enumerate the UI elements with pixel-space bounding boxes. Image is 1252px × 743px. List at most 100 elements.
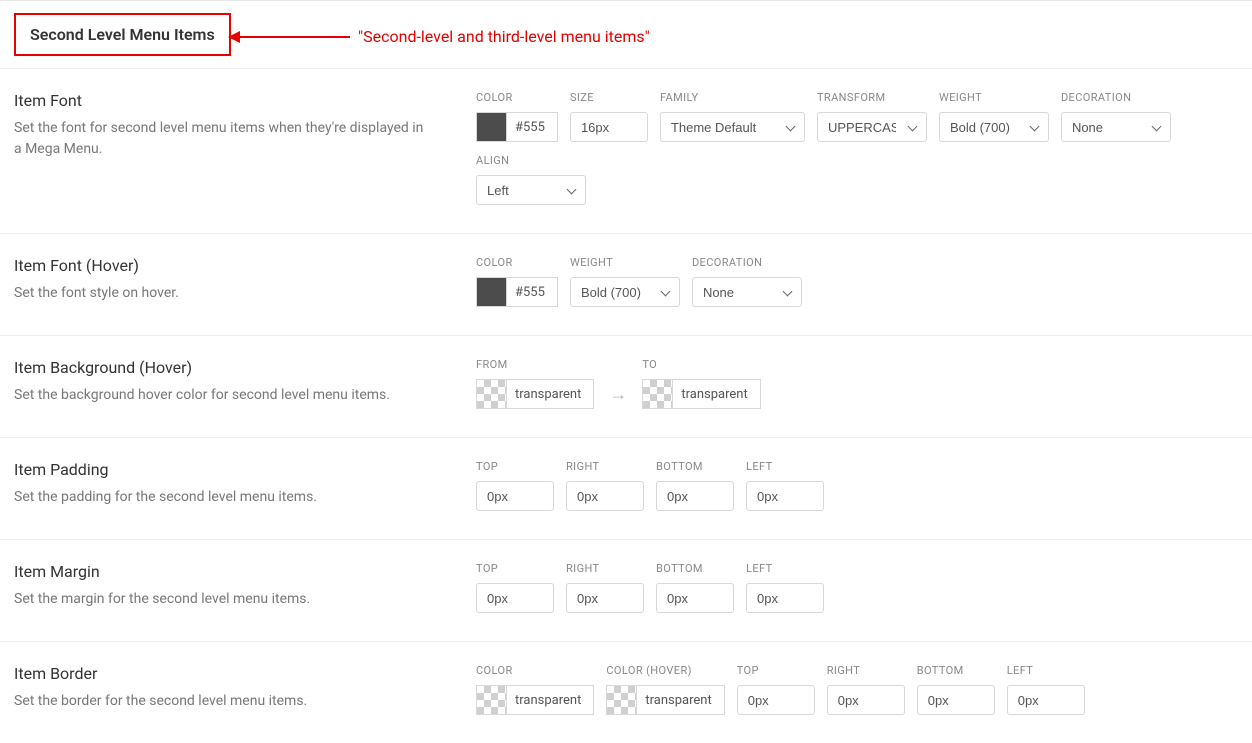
margin-left-input[interactable] [746,583,824,613]
color-picker-to[interactable]: transparent [642,379,760,409]
field-weight: WEIGHT Bold (700) [939,91,1049,142]
label-color: COLOR [476,664,594,677]
row-desc: Set the background hover color for secon… [14,385,434,406]
label-align: ALIGN [476,154,586,167]
padding-left-input[interactable] [746,481,824,511]
family-select[interactable]: Theme Default [660,112,805,142]
transparent-swatch-icon [606,685,636,715]
transparent-swatch-icon [476,379,506,409]
padding-top-input[interactable] [476,481,554,511]
decoration-select[interactable]: None [1061,112,1171,142]
color-value: transparent [636,685,724,715]
label-bottom: BOTTOM [656,562,734,575]
row-title: Item Font [14,91,476,110]
row-title: Item Font (Hover) [14,256,476,275]
color-picker-hover[interactable]: transparent [606,685,724,715]
section-title: Second Level Menu Items [14,13,231,56]
row-desc: Set the font for second level menu items… [14,118,434,160]
field-color: COLOR #555 [476,91,558,142]
size-input[interactable] [570,112,648,142]
label-bottom: BOTTOM [917,664,995,677]
field-weight: WEIGHT Bold (700) [570,256,680,307]
color-picker[interactable]: #555 [476,112,558,142]
margin-top-input[interactable] [476,583,554,613]
color-swatch-icon [476,277,506,307]
row-desc: Set the margin for the second level menu… [14,589,434,610]
section-header: Second Level Menu Items "Second-level an… [0,0,1252,68]
decoration-select[interactable]: None [692,277,802,307]
row-title: Item Background (Hover) [14,358,476,377]
color-picker[interactable]: #555 [476,277,558,307]
label-size: SIZE [570,91,648,104]
border-right-input[interactable] [827,685,905,715]
field-align: ALIGN Left [476,154,586,205]
annotation-text: "Second-level and third-level menu items… [358,27,650,46]
color-value: #555 [506,277,558,307]
arrow-left-icon [230,30,350,44]
field-transform: TRANSFORM UPPERCASE [817,91,927,142]
margin-bottom-input[interactable] [656,583,734,613]
label-from: FROM [476,358,594,371]
color-value: transparent [506,379,594,409]
label-top: TOP [737,664,815,677]
label-family: FAMILY [660,91,805,104]
field-decoration: DECORATION None [692,256,802,307]
settings-panel: Second Level Menu Items "Second-level an… [0,0,1252,743]
color-value: transparent [672,379,760,409]
label-decoration: DECORATION [1061,91,1171,104]
label-left: LEFT [1007,664,1085,677]
arrow-right-icon: → [606,379,630,409]
field-border-color-hover: COLOR (HOVER) transparent [606,664,724,715]
row-item-padding: Item Padding Set the padding for the sec… [0,437,1252,539]
padding-bottom-input[interactable] [656,481,734,511]
weight-select[interactable]: Bold (700) [939,112,1049,142]
align-select[interactable]: Left [476,175,586,205]
field-color: COLOR #555 [476,256,558,307]
row-desc: Set the padding for the second level men… [14,487,434,508]
field-family: FAMILY Theme Default [660,91,805,142]
label-left: LEFT [746,562,824,575]
border-left-input[interactable] [1007,685,1085,715]
transparent-swatch-icon [476,685,506,715]
border-bottom-input[interactable] [917,685,995,715]
label-top: TOP [476,562,554,575]
label-left: LEFT [746,460,824,473]
row-title: Item Padding [14,460,476,479]
margin-right-input[interactable] [566,583,644,613]
label-color: COLOR [476,91,558,104]
color-picker-from[interactable]: transparent [476,379,594,409]
row-item-font-hover: Item Font (Hover) Set the font style on … [0,233,1252,335]
label-decoration: DECORATION [692,256,802,269]
row-title: Item Border [14,664,476,683]
padding-right-input[interactable] [566,481,644,511]
label-color: COLOR [476,256,558,269]
weight-select[interactable]: Bold (700) [570,277,680,307]
color-value: #555 [506,112,558,142]
label-right: RIGHT [566,460,644,473]
row-desc: Set the font style on hover. [14,283,434,304]
row-item-margin: Item Margin Set the margin for the secon… [0,539,1252,641]
transform-select[interactable]: UPPERCASE [817,112,927,142]
row-description-block: Item Font Set the font for second level … [14,91,476,205]
field-size: SIZE [570,91,648,142]
transparent-swatch-icon [642,379,672,409]
label-to: TO [642,358,760,371]
label-weight: WEIGHT [939,91,1049,104]
label-transform: TRANSFORM [817,91,927,104]
color-picker[interactable]: transparent [476,685,594,715]
field-to: TO transparent [642,358,760,409]
row-item-border: Item Border Set the border for the secon… [0,641,1252,743]
label-right: RIGHT [566,562,644,575]
label-right: RIGHT [827,664,905,677]
row-item-bg-hover: Item Background (Hover) Set the backgrou… [0,335,1252,437]
field-border-color: COLOR transparent [476,664,594,715]
color-swatch-icon [476,112,506,142]
border-top-input[interactable] [737,685,815,715]
row-item-font: Item Font Set the font for second level … [0,68,1252,233]
color-value: transparent [506,685,594,715]
row-desc: Set the border for the second level menu… [14,691,434,712]
field-from: FROM transparent [476,358,594,409]
label-weight: WEIGHT [570,256,680,269]
annotation: "Second-level and third-level menu items… [230,27,650,46]
row-title: Item Margin [14,562,476,581]
